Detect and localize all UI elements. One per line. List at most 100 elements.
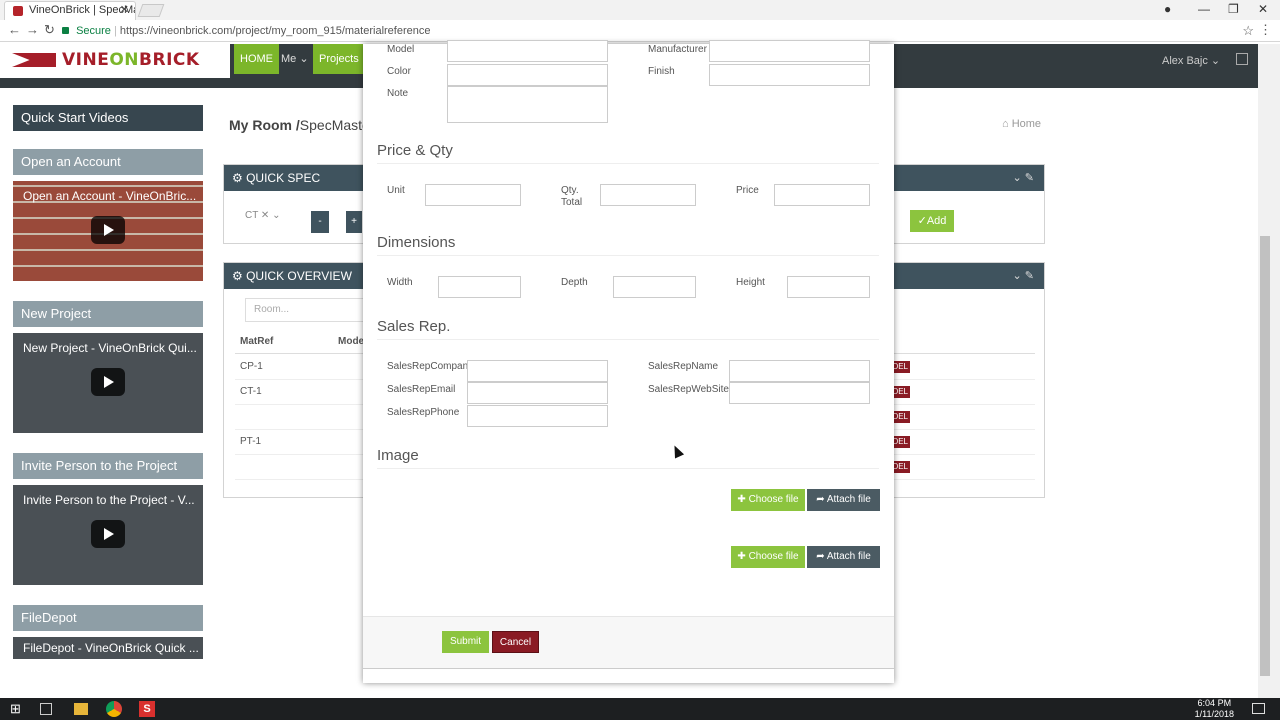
- depth-input[interactable]: [613, 276, 696, 298]
- nav-home[interactable]: HOME: [234, 44, 279, 74]
- taskbar-clock[interactable]: 6:04 PM 1/11/2018: [1195, 698, 1234, 720]
- breadcrumb-home-link[interactable]: ⌂ Home: [1002, 118, 1041, 130]
- video-thumbnail[interactable]: Invite Person to the Project - V...: [13, 485, 203, 585]
- sign-out-icon[interactable]: [1236, 53, 1248, 65]
- minimize-icon[interactable]: —: [1198, 2, 1210, 16]
- manufacturer-label: Manufacturer: [648, 44, 707, 55]
- qty-total-input[interactable]: [600, 184, 696, 206]
- windows-taskbar: ⊞ S 6:04 PM 1/11/2018: [0, 698, 1280, 720]
- dimensions-section-title: Dimensions: [377, 234, 879, 256]
- play-icon[interactable]: [91, 216, 125, 244]
- notifications-icon[interactable]: [1252, 703, 1265, 714]
- color-input[interactable]: [447, 64, 608, 86]
- sales-rep-website-label: SalesRepWebSite: [648, 384, 729, 395]
- model-input[interactable]: [447, 40, 608, 62]
- user-menu[interactable]: Alex Bajc ⌄: [1162, 54, 1220, 67]
- scrollbar-thumb[interactable]: [1260, 236, 1270, 676]
- file-explorer-icon[interactable]: [74, 703, 88, 715]
- attach-file-button[interactable]: ➦ Attach file: [807, 546, 880, 568]
- submit-button[interactable]: Submit: [442, 631, 489, 653]
- note-textarea[interactable]: [447, 86, 608, 123]
- new-tab-button[interactable]: [137, 4, 165, 17]
- sales-rep-section-title: Sales Rep.: [377, 318, 879, 340]
- qty-minus-button[interactable]: -: [311, 211, 329, 233]
- price-label: Price: [736, 185, 759, 196]
- height-label: Height: [736, 277, 765, 288]
- address-bar: ← → ↻ Secure | https://vineonbrick.com/p…: [0, 20, 1280, 42]
- forward-icon[interactable]: →: [26, 22, 39, 37]
- choose-file-button[interactable]: ✚ Choose file: [731, 546, 805, 568]
- image-section-title: Image: [377, 447, 879, 469]
- color-label: Color: [387, 66, 411, 77]
- sales-rep-phone-label: SalesRepPhone: [387, 407, 460, 418]
- modal-bottom-edge: [363, 668, 894, 683]
- add-button[interactable]: ✓Add: [910, 210, 954, 232]
- lock-icon: [62, 27, 69, 34]
- model-label: Model: [387, 44, 415, 55]
- qty-plus-button[interactable]: +: [346, 211, 362, 233]
- sidebar-item-open-account[interactable]: Open an Account: [13, 149, 203, 175]
- windows-start-icon[interactable]: ⊞: [10, 701, 26, 717]
- play-icon[interactable]: [91, 520, 125, 548]
- vineonbrick-logo[interactable]: VINEONBRICK: [0, 44, 230, 78]
- sales-rep-company-input[interactable]: [467, 360, 608, 382]
- video-caption: New Project - VineOnBrick Qui...: [23, 341, 197, 355]
- share-icon: ➦: [816, 494, 827, 505]
- chevron-down-icon: ⌄: [1210, 55, 1221, 67]
- chrome-icon[interactable]: [106, 701, 122, 717]
- sales-rep-website-input[interactable]: [729, 382, 870, 404]
- bookmark-star-icon[interactable]: ☆: [1242, 23, 1254, 39]
- unit-input[interactable]: [425, 184, 521, 206]
- back-icon[interactable]: ←: [8, 22, 21, 37]
- logo-text: VINEONBRICK: [62, 50, 200, 70]
- sidebar-item-filedepot[interactable]: FileDepot: [13, 605, 203, 631]
- video-thumbnail[interactable]: Open an Account - VineOnBric...: [13, 181, 203, 281]
- sales-rep-name-input[interactable]: [729, 360, 870, 382]
- task-view-icon[interactable]: [40, 703, 52, 715]
- chevron-down-icon: ⌄: [299, 53, 309, 65]
- nav-me[interactable]: Me ⌄: [275, 44, 315, 74]
- play-icon[interactable]: [91, 368, 125, 396]
- logo-mark-icon: [12, 53, 56, 67]
- sales-rep-company-label: SalesRepCompany: [387, 361, 474, 372]
- app-s-icon[interactable]: S: [139, 701, 155, 717]
- width-input[interactable]: [438, 276, 521, 298]
- price-qty-section-title: Price & Qty: [377, 142, 879, 164]
- note-label: Note: [387, 88, 409, 99]
- quick-spec-select[interactable]: CT ✕ ⌄: [245, 210, 280, 221]
- sales-rep-phone-input[interactable]: [467, 405, 608, 427]
- sidebar-item-invite-person[interactable]: Invite Person to the Project: [13, 453, 203, 479]
- close-tab-icon[interactable]: ✕: [120, 2, 129, 19]
- choose-file-button[interactable]: ✚ Choose file: [731, 489, 805, 511]
- plus-icon: ✚: [737, 494, 749, 505]
- nav-projects[interactable]: Projects: [313, 44, 365, 74]
- manufacturer-input[interactable]: [709, 40, 870, 62]
- reload-icon[interactable]: ↻: [44, 22, 55, 38]
- sales-rep-email-input[interactable]: [467, 382, 608, 404]
- height-input[interactable]: [787, 276, 870, 298]
- secure-label: Secure: [76, 25, 111, 37]
- breadcrumb: My Room /SpecMaster: [229, 117, 375, 133]
- finish-input[interactable]: [709, 64, 870, 86]
- browser-tab-bar: VineOnBrick | SpecMaste ✕ ● — ❐ ✕: [0, 0, 1280, 20]
- sidebar-item-new-project[interactable]: New Project: [13, 301, 203, 327]
- video-caption: Invite Person to the Project - V...: [23, 493, 195, 507]
- browser-menu-icon[interactable]: ⋮: [1259, 22, 1272, 38]
- close-window-icon[interactable]: ✕: [1258, 2, 1268, 16]
- video-caption: Open an Account - VineOnBric...: [23, 189, 197, 203]
- sales-rep-name-label: SalesRepName: [648, 361, 719, 372]
- url-field[interactable]: Secure | https://vineonbrick.com/project…: [62, 22, 1242, 40]
- price-input[interactable]: [774, 184, 870, 206]
- video-thumbnail[interactable]: FileDepot - VineOnBrick Quick ...: [13, 637, 203, 659]
- cancel-button[interactable]: Cancel: [492, 631, 539, 653]
- url-text: https://vineonbrick.com/project/my_room_…: [119, 25, 431, 37]
- profile-icon[interactable]: ●: [1164, 2, 1171, 16]
- video-thumbnail[interactable]: New Project - VineOnBrick Qui...: [13, 333, 203, 433]
- browser-tab[interactable]: VineOnBrick | SpecMaste ✕: [4, 1, 136, 20]
- sales-rep-email-label: SalesRepEmail: [387, 384, 456, 395]
- attach-file-button[interactable]: ➦ Attach file: [807, 489, 880, 511]
- restore-icon[interactable]: ❐: [1228, 2, 1239, 16]
- finish-label: Finish: [648, 66, 675, 77]
- width-label: Width: [387, 277, 413, 288]
- room-search-input[interactable]: Room...: [245, 298, 365, 322]
